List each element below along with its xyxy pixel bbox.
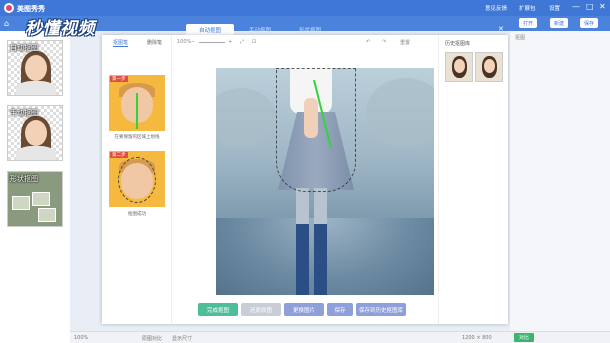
step-badge: 第一步 bbox=[110, 76, 128, 82]
history-item[interactable] bbox=[445, 52, 473, 82]
reset-button[interactable]: 重置 bbox=[400, 39, 410, 46]
app-logo-icon bbox=[4, 3, 14, 13]
sidebar-item-label: 自动抠图 bbox=[10, 44, 38, 52]
sidebar-item-auto-cutout[interactable]: 自动抠图 bbox=[7, 40, 63, 96]
redo-icon[interactable]: ↷ bbox=[382, 39, 386, 45]
actual-size-icon[interactable]: ⊡ bbox=[252, 39, 256, 45]
sidebar-item-shape-cutout[interactable]: 形状抠图 bbox=[7, 171, 63, 227]
step-one-card: 第一步 bbox=[109, 75, 165, 131]
fit-icon[interactable]: ⤢ bbox=[240, 39, 244, 45]
save-to-history-button[interactable]: 保存到历史抠图库 bbox=[356, 303, 406, 316]
home-icon[interactable]: ⌂ bbox=[4, 19, 9, 28]
image-size: 1200 × 800 bbox=[462, 335, 492, 341]
close-button[interactable]: ✕ bbox=[599, 2, 606, 11]
step-two-caption: 抠图成功 bbox=[128, 212, 146, 217]
tab-shape-cutout[interactable]: 形状抠图 bbox=[286, 24, 334, 35]
cutout-dialog: 抠图笔 删除笔 第一步 在要保留的区域上划线 第二步 抠图成功 100% − +… bbox=[102, 35, 508, 324]
zoom-level: 100% bbox=[177, 39, 192, 45]
history-panel: 历史抠图库 bbox=[438, 35, 508, 324]
subtab-cutout-pen[interactable]: 抠图笔 bbox=[113, 39, 129, 47]
sidebar-item-manual-cutout[interactable]: 手动抠图 bbox=[7, 105, 63, 161]
history-item[interactable] bbox=[475, 52, 503, 82]
dialog-close-icon[interactable]: ✕ bbox=[498, 25, 504, 33]
sidebar-item-label: 形状抠图 bbox=[10, 175, 38, 183]
cutout-canvas[interactable] bbox=[216, 68, 434, 295]
step-one-caption: 在要保留的区域上划线 bbox=[114, 135, 160, 140]
maximize-button[interactable]: □ bbox=[586, 2, 594, 11]
instruction-panel: 抠图笔 删除笔 第一步 在要保留的区域上划线 第二步 抠图成功 bbox=[102, 35, 172, 324]
left-sidebar: 自动抠图 手动抠图 形状抠图 bbox=[0, 31, 70, 343]
right-panel: 抠图 bbox=[510, 31, 610, 331]
compare-button[interactable]: 对比 bbox=[514, 333, 534, 342]
new-button[interactable]: 新建 bbox=[550, 18, 569, 28]
subtab-erase-pen[interactable]: 删除笔 bbox=[147, 39, 162, 46]
right-panel-label: 抠图 bbox=[515, 35, 526, 41]
zoom-slider[interactable] bbox=[199, 42, 225, 43]
app-title: 美图秀秀 bbox=[17, 5, 45, 13]
restore-original-button[interactable]: 还原原图 bbox=[241, 303, 281, 316]
save-top-button[interactable]: 保存 bbox=[580, 18, 599, 28]
step-two-card: 第二步 bbox=[109, 151, 165, 207]
watermark-logo: 秒懂视频 bbox=[25, 19, 95, 39]
finish-cutout-button[interactable]: 完成抠图 bbox=[198, 303, 238, 316]
open-button[interactable]: 打开 bbox=[519, 18, 538, 28]
step-badge: 第二步 bbox=[110, 152, 128, 158]
status-zoom: 100% bbox=[74, 335, 89, 341]
extension-link[interactable]: 扩展包 bbox=[519, 4, 536, 12]
minimize-button[interactable]: — bbox=[572, 2, 580, 11]
save-button[interactable]: 保存 bbox=[327, 303, 353, 316]
display-size-toggle[interactable]: 显示尺寸 bbox=[172, 335, 192, 342]
feedback-link[interactable]: 意见反馈 bbox=[485, 4, 507, 12]
sidebar-item-label: 手动抠图 bbox=[10, 109, 38, 117]
settings-link[interactable]: 设置 bbox=[549, 4, 560, 12]
zoom-out-icon[interactable]: − bbox=[191, 39, 195, 45]
change-image-button[interactable]: 更换图片 bbox=[284, 303, 324, 316]
history-title: 历史抠图库 bbox=[445, 41, 471, 47]
tab-manual-cutout[interactable]: 手动抠图 bbox=[236, 24, 284, 35]
status-bar: 100% 原图对比 显示尺寸 1200 × 800 对比 bbox=[70, 331, 610, 343]
tab-auto-cutout[interactable]: 自动抠图 bbox=[186, 24, 234, 35]
compare-original-toggle[interactable]: 原图对比 bbox=[142, 335, 162, 342]
zoom-in-icon[interactable]: + bbox=[228, 39, 232, 45]
undo-icon[interactable]: ↶ bbox=[366, 39, 370, 45]
